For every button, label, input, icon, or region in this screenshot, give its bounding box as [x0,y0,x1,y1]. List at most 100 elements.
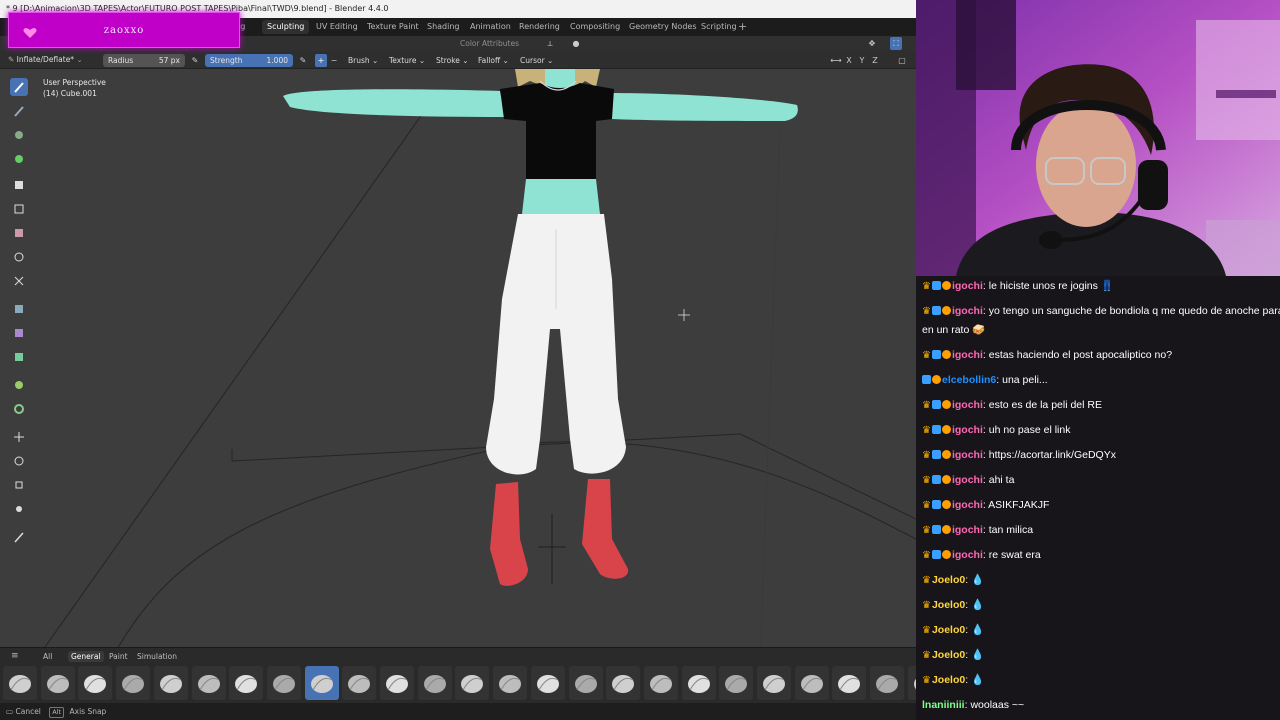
chat-username[interactable]: igochi [952,305,983,317]
brush-category-tab[interactable]: General [68,651,104,662]
axis-y-toggle[interactable]: Y [856,54,868,67]
chat-username[interactable]: elcebollin6 [942,374,996,386]
chat-username[interactable]: igochi [952,449,983,461]
color-filter-tool-icon[interactable] [10,348,28,366]
brush-thumbnail[interactable] [153,666,188,700]
brush-thumbnail[interactable] [380,666,414,700]
line-project-tool-icon[interactable] [10,272,28,290]
workspace-tab[interactable]: Sculpting [262,20,310,34]
brush-thumbnail[interactable] [719,666,754,700]
subtract-direction-icon[interactable]: − [328,54,340,67]
radius-field[interactable]: Radius 57 px [103,54,185,67]
brush-thumbnail[interactable] [417,666,452,700]
workspace-tab[interactable]: UV Editing [311,20,363,34]
mesh-filter-tool-icon[interactable] [10,300,28,318]
brush-thumbnail[interactable] [40,666,75,700]
brush-thumbnail[interactable] [229,666,264,700]
box-mask-tool-icon[interactable] [10,200,28,218]
scale-tool-icon[interactable] [10,476,28,494]
chat-username[interactable]: igochi [952,499,983,511]
3d-viewport[interactable]: User Perspective (14) Cube.001 [0,69,916,662]
brush-thumbnail[interactable] [342,666,377,700]
viewport-shading-icon[interactable]: ● [570,37,582,50]
chat-username[interactable]: igochi [952,280,983,292]
character-model[interactable] [283,69,798,586]
trim-tool-icon[interactable] [10,248,28,266]
brush-category-tab[interactable]: Simulation [134,651,180,662]
brush-thumbnail[interactable] [681,666,716,700]
chat-username[interactable]: Joelo0 [932,674,965,686]
brush-thumbnail[interactable] [606,666,641,700]
brush-category-tab[interactable]: All [40,651,55,662]
brush-thumbnail[interactable] [455,666,490,700]
add-direction-icon[interactable]: + [315,54,327,67]
mask-tool-icon[interactable] [10,176,28,194]
brush-thumbnail[interactable] [116,666,151,700]
draw-brush-tool-icon[interactable] [10,78,28,96]
add-workspace-icon[interactable]: + [738,20,747,34]
annotate-tool-icon[interactable] [10,528,28,546]
paint-tool-icon[interactable] [10,150,28,168]
proportional-icon[interactable]: ⟂ [544,37,556,50]
move-tool-icon[interactable] [10,428,28,446]
axis-z-toggle[interactable]: Z [869,54,881,67]
chat-username[interactable]: lnaniiniii [922,699,965,711]
face-set-tool-icon[interactable] [10,224,28,242]
brush-thumbnail[interactable] [907,666,916,700]
rotate-tool-icon[interactable] [10,452,28,470]
strength-field[interactable]: Strength 1.000 [205,54,293,67]
brush-menu[interactable]: Brush ⌄ [348,54,378,67]
pressure-icon[interactable]: ✎ [189,54,201,67]
gizmo-icon[interactable]: ✥ [866,37,878,50]
workspace-tab[interactable]: Texture Paint [362,20,424,34]
smooth-tool-icon[interactable] [10,126,28,144]
brush-thumbnail[interactable] [643,666,678,700]
overlay-toggle-icon[interactable]: ⛶ [890,37,902,50]
chat-username[interactable]: Joelo0 [932,574,965,586]
chat-username[interactable]: igochi [952,424,983,436]
workspace-tab[interactable]: Rendering [514,20,565,34]
brush-thumbnail[interactable] [530,666,565,700]
edit-face-set-tool-icon[interactable] [10,376,28,394]
axis-x-toggle[interactable]: X [843,54,855,67]
chat-username[interactable]: igochi [952,349,983,361]
workspace-tab[interactable]: Geometry Nodes [624,20,701,34]
brush-thumbnail[interactable] [3,666,37,700]
workspace-tab[interactable]: Compositing [565,20,625,34]
hamburger-menu-icon[interactable]: ≡ [11,651,19,661]
brush-category-tab[interactable]: Paint [106,651,131,662]
brush-thumbnail[interactable] [832,666,867,700]
texture-menu[interactable]: Texture ⌄ [389,54,425,67]
brush-selector[interactable]: ✎ Inflate/Deflate* ⌄ [8,54,83,66]
cursor-menu[interactable]: Cursor ⌄ [520,54,553,67]
strength-pressure-icon[interactable]: ✎ [297,54,309,67]
chat-username[interactable]: igochi [952,524,983,536]
cloth-filter-tool-icon[interactable] [10,324,28,342]
chat-username[interactable]: igochi [952,549,983,561]
brush-thumbnail[interactable] [568,666,603,700]
stroke-menu[interactable]: Stroke ⌄ [436,54,469,67]
workspace-tab[interactable]: Scripting [696,20,742,34]
workspace-tab[interactable]: Animation [465,20,516,34]
color-attributes-label[interactable]: Color Attributes [460,37,519,50]
brush-thumbnail[interactable] [794,666,829,700]
brush-thumbnail[interactable] [78,666,113,700]
chat-username[interactable]: Joelo0 [932,624,965,636]
falloff-menu[interactable]: Falloff ⌄ [478,54,509,67]
symmetry-icon[interactable]: ⟷ [830,54,842,67]
brush-thumbnail[interactable] [493,666,528,700]
clay-tool-icon[interactable] [10,102,28,120]
mask-by-color-tool-icon[interactable] [10,400,28,418]
chat-username[interactable]: Joelo0 [932,599,965,611]
brush-thumbnail[interactable] [870,666,905,700]
brush-thumbnail[interactable] [266,666,301,700]
brush-thumbnail[interactable] [191,666,226,700]
brush-thumbnail[interactable] [304,666,339,700]
chat-username[interactable]: igochi [952,474,983,486]
transform-tool-icon[interactable] [10,500,28,518]
options-icon[interactable]: ▢ [896,54,908,67]
chat-username[interactable]: igochi [952,399,983,411]
workspace-tab[interactable]: Shading [422,20,465,34]
chat-username[interactable]: Joelo0 [932,649,965,661]
brush-thumbnail[interactable] [757,666,791,700]
